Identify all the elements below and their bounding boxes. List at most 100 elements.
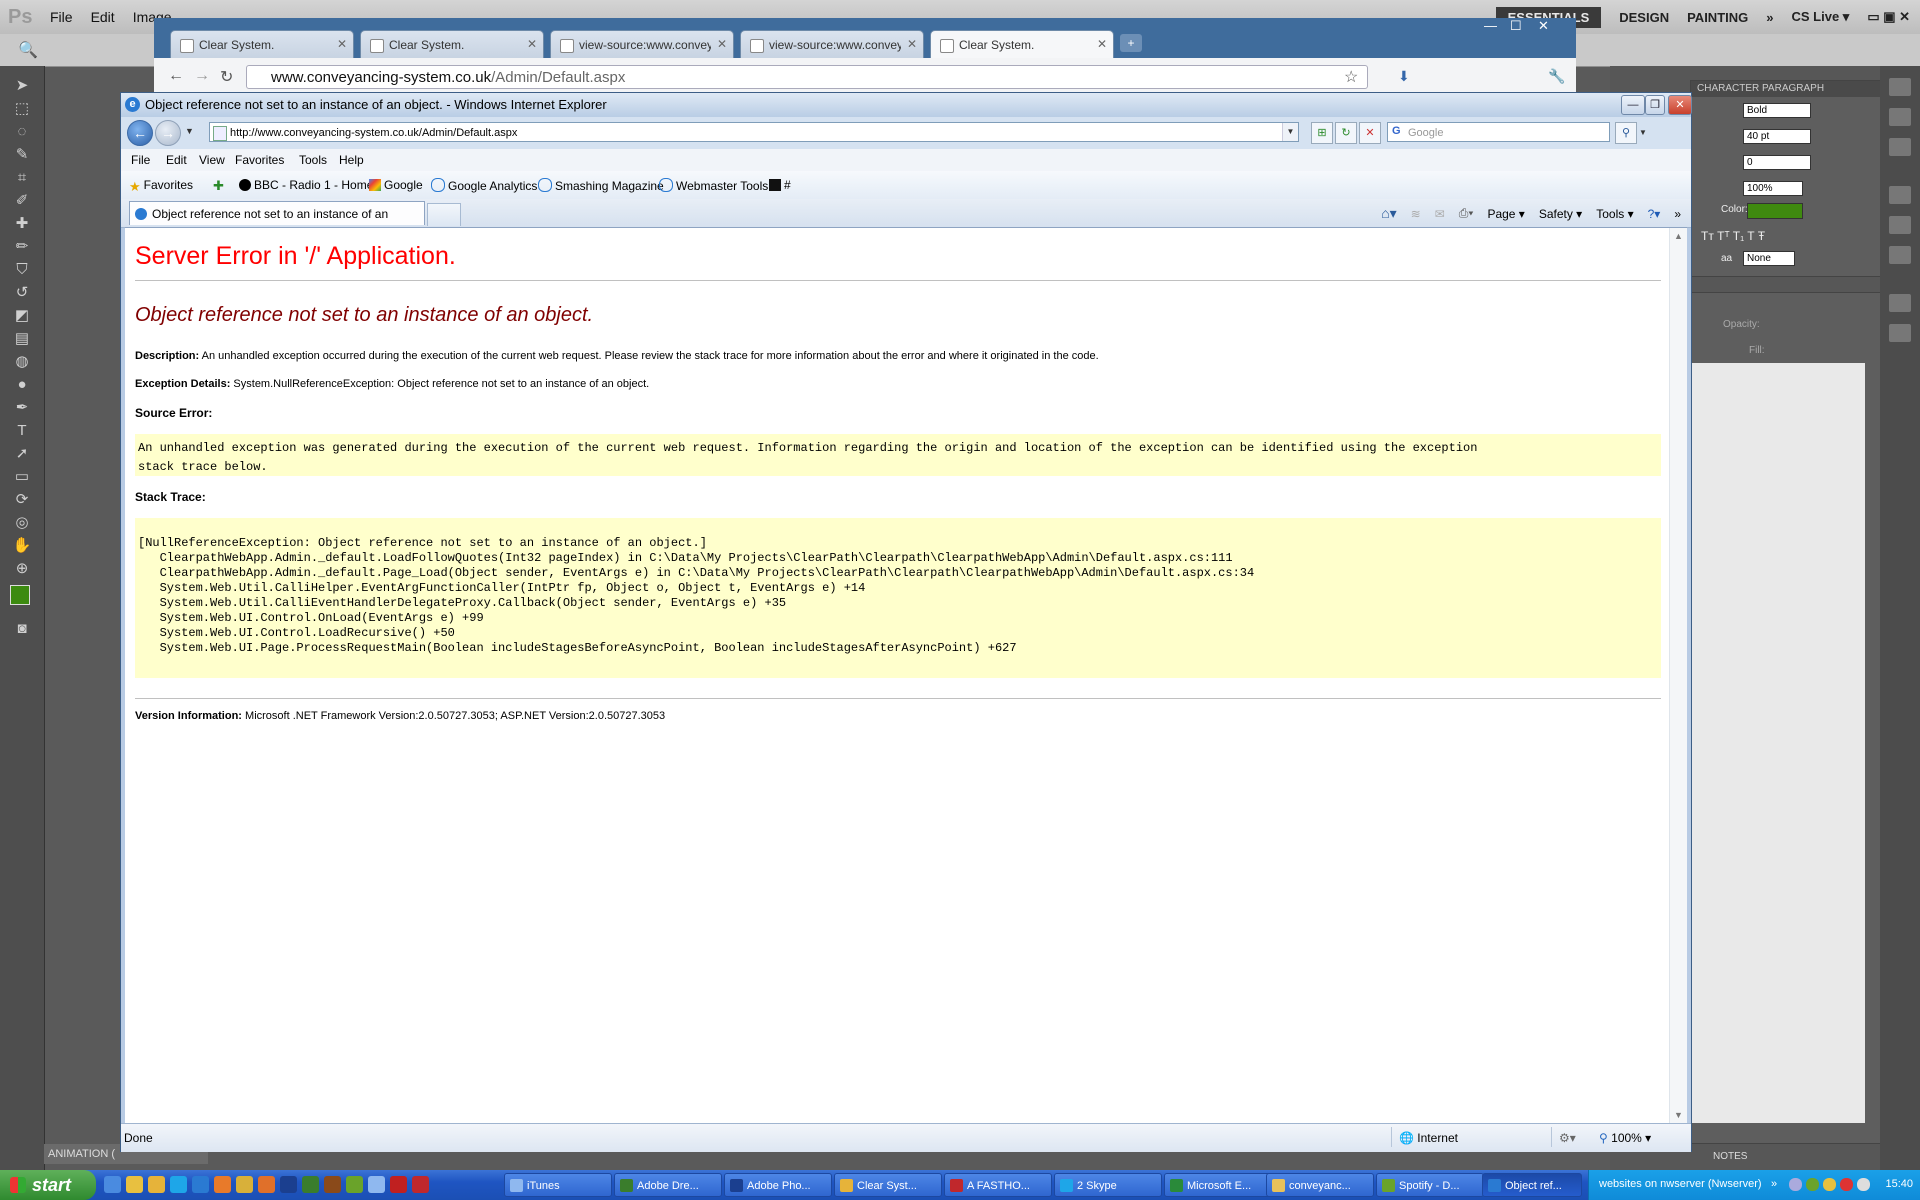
- stamp-tool-icon[interactable]: ⛉: [11, 260, 33, 280]
- ie-close-button[interactable]: ✕: [1668, 95, 1692, 115]
- tray-toolbar-label[interactable]: websites on nwserver (Nwserver): [1599, 1178, 1762, 1190]
- taskbar-item[interactable]: iTunes: [504, 1173, 612, 1197]
- leading-field[interactable]: 40 pt: [1743, 129, 1811, 144]
- workspace-more[interactable]: »: [1766, 10, 1773, 25]
- scroll-up-icon[interactable]: ▲: [1670, 228, 1687, 245]
- taskbar-item[interactable]: Adobe Pho...: [724, 1173, 832, 1197]
- close-tab-icon[interactable]: ✕: [1097, 37, 1107, 51]
- add-to-favorites-bar-icon[interactable]: ✚: [213, 178, 224, 194]
- ie-menu-help[interactable]: Help: [339, 153, 364, 167]
- close-tab-icon[interactable]: ✕: [717, 37, 727, 51]
- chrome-close-button[interactable]: ✕: [1538, 18, 1549, 34]
- chrome-minimize-button[interactable]: —: [1484, 18, 1497, 33]
- quick-launch-icon[interactable]: [214, 1176, 231, 1193]
- hand-tool-icon[interactable]: ✋: [11, 536, 33, 556]
- brush-tool-icon[interactable]: ✏: [11, 237, 33, 257]
- taskbar-item-active[interactable]: Object ref...: [1482, 1173, 1582, 1197]
- font-style-select[interactable]: Bold: [1743, 103, 1811, 118]
- gradient-tool-icon[interactable]: ▤: [11, 329, 33, 349]
- tracking-field[interactable]: 0: [1743, 155, 1811, 170]
- panel-icon[interactable]: [1889, 186, 1911, 204]
- antialias-select[interactable]: None: [1743, 251, 1795, 266]
- panel-icon[interactable]: [1889, 216, 1911, 234]
- forward-arrow-icon[interactable]: →: [194, 67, 210, 85]
- quick-select-tool-icon[interactable]: ✎: [11, 145, 33, 165]
- fav-link-webmaster-tools[interactable]: Webmaster Tools: [659, 178, 768, 193]
- fav-link-smashing-magazine[interactable]: Smashing Magazine: [538, 178, 664, 193]
- panel-icon[interactable]: [1889, 78, 1911, 96]
- url-dropdown-icon[interactable]: ▼: [1282, 123, 1298, 141]
- quick-launch-icon[interactable]: [368, 1176, 385, 1193]
- eyedropper-tool-icon[interactable]: ✐: [11, 191, 33, 211]
- chrome-tab[interactable]: Clear System. ✕: [360, 30, 544, 59]
- help-icon[interactable]: ?▾: [1648, 207, 1661, 221]
- ie-url-field[interactable]: http://www.conveyancing-system.co.uk/Adm…: [209, 122, 1299, 142]
- ie-search-field[interactable]: G Google: [1387, 122, 1610, 142]
- taskbar-item[interactable]: 2 Skype: [1054, 1173, 1162, 1197]
- bookmark-star-icon[interactable]: ☆: [1344, 67, 1358, 87]
- zoom-level[interactable]: ⚲ 100% ▾: [1599, 1131, 1651, 1145]
- ps-window-controls[interactable]: ▭ ▣ ✕: [1867, 9, 1910, 25]
- zoom-tool-icon[interactable]: ⊕: [11, 559, 33, 579]
- taskbar-item[interactable]: conveyanc...: [1266, 1173, 1374, 1197]
- new-tab-button[interactable]: +: [1120, 34, 1142, 52]
- ie-menu-favorites[interactable]: Favorites: [235, 153, 284, 167]
- panel-icon[interactable]: [1889, 138, 1911, 156]
- type-tool-icon[interactable]: T: [11, 421, 33, 441]
- tools-menu[interactable]: Tools ▾: [1596, 207, 1633, 221]
- fav-link-bbc[interactable]: BBC - Radio 1 - Home: [239, 178, 373, 192]
- mail-icon[interactable]: ✉: [1435, 207, 1445, 221]
- quick-launch-icon[interactable]: [280, 1176, 297, 1193]
- recent-pages-dropdown[interactable]: ▼: [185, 126, 194, 136]
- cs-live-menu[interactable]: CS Live ▾: [1791, 9, 1849, 25]
- 3d-rotate-tool-icon[interactable]: ⟳: [11, 490, 33, 510]
- close-tab-icon[interactable]: ✕: [907, 37, 917, 51]
- chrome-omnibox[interactable]: www.conveyancing-system.co.uk/Admin/Defa…: [246, 65, 1368, 89]
- tray-icon[interactable]: [1789, 1178, 1802, 1191]
- ps-menu-edit[interactable]: Edit: [91, 9, 115, 25]
- chrome-tab[interactable]: Clear System. ✕: [170, 30, 354, 59]
- marquee-tool-icon[interactable]: ⬚: [11, 99, 33, 119]
- taskbar-item[interactable]: Clear Syst...: [834, 1173, 942, 1197]
- character-panel-tabs[interactable]: CHARACTER PARAGRAPH: [1691, 81, 1881, 97]
- chrome-tab[interactable]: view-source:www.conveya...✕: [740, 30, 924, 59]
- close-tab-icon[interactable]: ✕: [527, 37, 537, 51]
- ps-menu-file[interactable]: File: [50, 9, 73, 25]
- path-select-tool-icon[interactable]: ➚: [11, 444, 33, 464]
- close-tab-icon[interactable]: ✕: [337, 37, 347, 51]
- pen-tool-icon[interactable]: ✒: [11, 398, 33, 418]
- print-icon[interactable]: ⎙▾: [1459, 206, 1474, 221]
- reload-icon[interactable]: ↻: [220, 67, 233, 87]
- shape-tool-icon[interactable]: ▭: [11, 467, 33, 487]
- move-tool-icon[interactable]: ➤: [11, 76, 33, 96]
- home-icon[interactable]: ⌂▾: [1381, 205, 1396, 222]
- ie-menu-file[interactable]: File: [131, 153, 150, 167]
- compatibility-view-icon[interactable]: ⊞: [1311, 122, 1333, 144]
- panel-icon[interactable]: [1889, 108, 1911, 126]
- panel-icon[interactable]: [1889, 294, 1911, 312]
- zoom-tool-icon[interactable]: 🔍: [18, 40, 38, 60]
- lasso-tool-icon[interactable]: ◌: [11, 122, 33, 142]
- start-button[interactable]: start: [0, 1170, 96, 1200]
- workspace-painting[interactable]: PAINTING: [1687, 10, 1748, 25]
- panel-icon[interactable]: [1889, 246, 1911, 264]
- 3d-orbit-tool-icon[interactable]: ◎: [11, 513, 33, 533]
- quick-launch-icon[interactable]: [390, 1176, 407, 1193]
- ie-menu-tools[interactable]: Tools: [299, 153, 327, 167]
- taskbar-item[interactable]: Microsoft E...: [1164, 1173, 1272, 1197]
- chevron-more-icon[interactable]: »: [1674, 207, 1681, 221]
- tray-icon[interactable]: [1823, 1178, 1836, 1191]
- feeds-icon[interactable]: ≋: [1411, 207, 1421, 221]
- refresh-icon[interactable]: ↻: [1335, 122, 1357, 144]
- tray-more[interactable]: »: [1771, 1178, 1777, 1190]
- panel-icon[interactable]: [1889, 324, 1911, 342]
- ie-tab-active[interactable]: Object reference not set to an instance …: [129, 201, 425, 245]
- quick-launch-icon[interactable]: [302, 1176, 319, 1193]
- vertical-scrollbar[interactable]: ▲ ▼: [1669, 228, 1687, 1124]
- fav-link-google[interactable]: Google: [369, 178, 423, 192]
- quick-launch-icon[interactable]: [104, 1176, 121, 1193]
- quick-launch-icon[interactable]: [170, 1176, 187, 1193]
- stop-icon[interactable]: ✕: [1359, 122, 1381, 144]
- ie-maximize-button[interactable]: ❐: [1645, 95, 1665, 115]
- quick-mask-icon[interactable]: ◙: [11, 619, 33, 639]
